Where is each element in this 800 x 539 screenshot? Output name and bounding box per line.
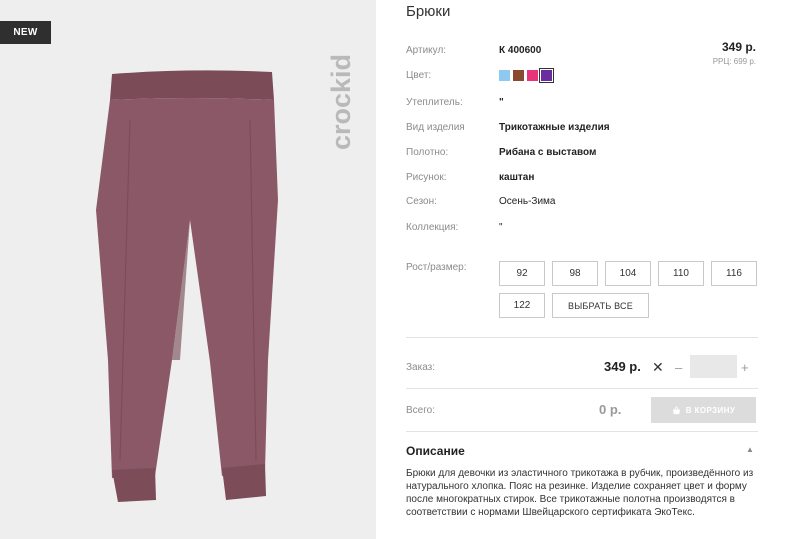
color-swatch-pink[interactable]: [527, 70, 538, 81]
add-to-cart-button[interactable]: В КОРЗИНУ: [651, 397, 756, 423]
size-option-110[interactable]: 110: [658, 261, 704, 286]
quantity-decrease-button[interactable]: –: [675, 360, 682, 375]
size-option-116[interactable]: 116: [711, 261, 757, 286]
spec-value-fabric: Рибана с выставом: [499, 147, 597, 158]
color-swatch-purple[interactable]: [539, 68, 554, 83]
spec-label-pattern: Рисунок:: [406, 172, 447, 183]
divider: [406, 431, 758, 432]
clear-order-icon[interactable]: ✕: [652, 359, 664, 376]
description-title[interactable]: Описание: [406, 444, 465, 458]
total-price: 0 р.: [599, 402, 622, 417]
spec-label-type: Вид изделия: [406, 122, 465, 133]
order-label: Заказ:: [406, 362, 436, 373]
brand-logo-text: crockid: [326, 54, 356, 150]
spec-value-type: Трикотажные изделия: [499, 122, 610, 133]
size-option-104[interactable]: 104: [605, 261, 651, 286]
spec-value-insulation: ": [499, 97, 504, 108]
product-photo[interactable]: NEW crockid: [0, 0, 376, 539]
product-price: 349 р.: [721, 40, 756, 54]
spec-label-insulation: Утеплитель:: [406, 97, 463, 108]
total-label: Всего:: [406, 405, 435, 416]
size-option-122[interactable]: 122: [499, 293, 545, 318]
spec-label-color: Цвет:: [406, 70, 432, 81]
size-option-92[interactable]: 92: [499, 261, 545, 286]
basket-icon: [672, 405, 680, 414]
add-to-cart-label: В КОРЗИНУ: [685, 405, 736, 415]
spec-label-season: Сезон:: [406, 196, 437, 207]
brand-logo: crockid: [322, 15, 362, 155]
spec-value-article: К 400600: [499, 45, 542, 56]
quantity-increase-button[interactable]: +: [741, 360, 749, 375]
page-title: Брюки: [406, 3, 451, 20]
spec-label-article: Артикул:: [406, 45, 447, 56]
new-badge: NEW: [0, 21, 51, 44]
select-all-sizes-button[interactable]: ВЫБРАТЬ ВСЕ: [552, 293, 649, 318]
divider: [406, 337, 758, 338]
color-swatches: [499, 68, 554, 83]
collapse-arrow-icon[interactable]: ▲: [746, 445, 754, 454]
spec-value-pattern: каштан: [499, 172, 535, 183]
size-options: 92 98 104 110 116 122 ВЫБРАТЬ ВСЕ: [499, 261, 757, 318]
spec-value-collection: ": [499, 222, 503, 233]
divider: [406, 388, 758, 389]
spec-label-fabric: Полотно:: [406, 147, 449, 158]
product-details: Брюки 349 р. РРЦ: 699 р. Артикул: К 4006…: [406, 0, 758, 539]
description-text: Брюки для девочки из эластичного трикота…: [406, 468, 754, 518]
spec-value-season: Осень-Зима: [499, 196, 556, 207]
size-option-98[interactable]: 98: [552, 261, 598, 286]
quantity-input[interactable]: [690, 355, 737, 378]
pants-image: [96, 70, 278, 502]
color-swatch-light-blue[interactable]: [499, 70, 510, 81]
rrp-price: РРЦ: 699 р.: [712, 57, 756, 66]
color-swatch-brown[interactable]: [513, 70, 524, 81]
spec-label-collection: Коллекция:: [406, 222, 459, 233]
size-label: Рост/размер:: [406, 262, 467, 273]
order-price: 349 р.: [604, 359, 641, 374]
